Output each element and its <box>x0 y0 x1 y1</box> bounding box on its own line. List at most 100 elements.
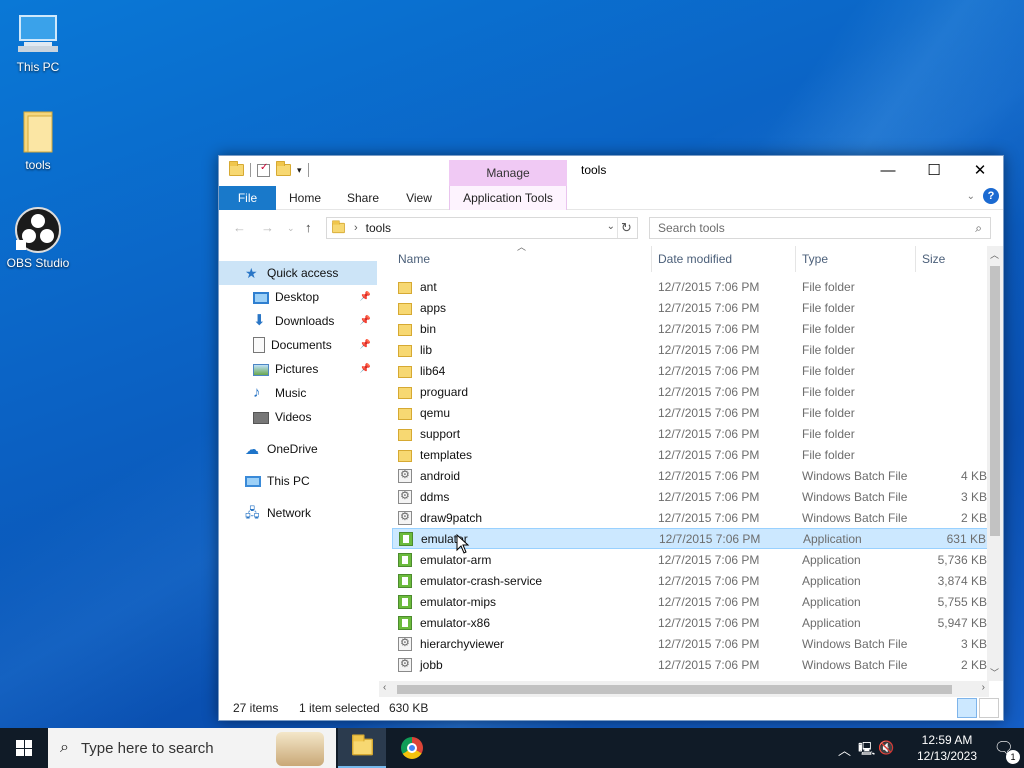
file-date: 12/7/2015 7:06 PM <box>658 405 760 420</box>
nav-this-pc[interactable]: This PC <box>219 469 377 493</box>
breadcrumb-chevron-icon[interactable]: › <box>354 222 358 234</box>
address-dropdown-icon[interactable]: ⌄ <box>607 221 615 232</box>
desktop-icon-tools[interactable]: tools <box>0 108 76 172</box>
nav-quick-access[interactable]: ★ Quick access <box>219 261 377 285</box>
nav-videos[interactable]: Videos <box>219 405 377 429</box>
expand-ribbon-icon[interactable]: ⌄ <box>967 191 975 202</box>
status-size: 630 KB <box>389 701 429 715</box>
file-size: 3 KB <box>960 636 987 651</box>
file-row[interactable]: emulator-x86 12/7/2015 7:06 PM Application… <box>392 612 989 633</box>
file-row[interactable]: lib 12/7/2015 7:06 PM File folder <box>392 339 989 360</box>
taskbar-search-input[interactable]: ⌕ Type here to search <box>48 728 336 768</box>
pin-icon[interactable]: 📌 <box>360 315 371 326</box>
file-name-cell: hierarchyviewer <box>398 636 505 651</box>
scroll-left-icon[interactable]: ‹ <box>383 682 386 693</box>
quick-access-toolbar: ✓ ▾ <box>229 161 309 177</box>
nav-network[interactable]: 🖧 Network <box>219 501 377 525</box>
desktop-icon-this-pc[interactable]: This PC <box>0 10 76 74</box>
file-size: 5,947 KB <box>937 615 987 630</box>
refresh-icon[interactable]: ↻ <box>617 218 635 238</box>
column-size[interactable]: Size <box>916 246 989 272</box>
file-name: draw9patch <box>420 510 483 525</box>
file-row[interactable]: ant 12/7/2015 7:06 PM File folder <box>392 276 989 297</box>
tab-view[interactable]: View <box>395 186 443 210</box>
file-row[interactable]: emulator-mips 12/7/2015 7:06 PM Applicatio… <box>392 591 989 612</box>
file-row[interactable]: emulator 12/7/2015 7:06 PM Application 631 … <box>392 528 989 549</box>
recent-dropdown-icon[interactable]: ⌄ <box>287 223 295 234</box>
column-type[interactable]: Type <box>796 246 916 272</box>
help-icon[interactable]: ? <box>983 188 999 204</box>
desktop-icon-obs-studio[interactable]: OBS Studio <box>0 206 76 270</box>
file-row[interactable]: bin 12/7/2015 7:06 PM File folder <box>392 318 989 339</box>
file-name: hierarchyviewer <box>420 636 505 651</box>
minimize-button[interactable]: — <box>865 156 911 186</box>
nav-documents[interactable]: Documents 📌 <box>219 333 377 357</box>
file-date: 12/7/2015 7:06 PM <box>658 573 760 588</box>
nav-onedrive[interactable]: ☁ OneDrive <box>219 437 377 461</box>
file-row[interactable]: templates 12/7/2015 7:06 PM File folder <box>392 444 989 465</box>
large-icons-view-icon[interactable] <box>979 698 999 718</box>
file-row[interactable]: draw9patch 12/7/2015 7:06 PM Windows Batch… <box>392 507 989 528</box>
scroll-down-icon[interactable]: ﹀ <box>990 666 999 679</box>
file-row[interactable]: proguard 12/7/2015 7:06 PM File folder <box>392 381 989 402</box>
file-row[interactable]: jobb 12/7/2015 7:06 PM Windows Batch File 2… <box>392 654 989 675</box>
pin-icon[interactable]: 📌 <box>360 363 371 374</box>
up-arrow-icon[interactable]: ↑ <box>305 220 312 235</box>
file-row[interactable]: emulator-arm 12/7/2015 7:06 PM Application… <box>392 549 989 570</box>
tab-manage[interactable]: Manage <box>449 160 567 186</box>
nav-desktop[interactable]: Desktop 📌 <box>219 285 377 309</box>
tab-application-tools[interactable]: Application Tools <box>449 186 567 210</box>
column-name[interactable]: Name <box>392 246 652 272</box>
volume-muted-icon[interactable]: 🔇 <box>878 740 894 756</box>
scroll-thumb[interactable] <box>990 266 1000 536</box>
taskbar-file-explorer[interactable] <box>338 728 386 768</box>
breadcrumb-tools[interactable]: tools <box>366 221 391 235</box>
scroll-right-icon[interactable]: › <box>982 682 985 693</box>
file-size: 5,755 KB <box>937 594 987 609</box>
title-bar[interactable]: ✓ ▾ Manage tools — ☐ ✕ <box>219 156 1003 186</box>
file-date: 12/7/2015 7:06 PM <box>658 321 760 336</box>
new-folder-icon[interactable] <box>276 161 291 176</box>
scroll-thumb[interactable] <box>397 685 952 694</box>
tab-file[interactable]: File <box>219 186 276 210</box>
show-hidden-icons-chevron-icon[interactable]: ︿ <box>838 740 851 759</box>
file-row[interactable]: qemu 12/7/2015 7:06 PM File folder <box>392 402 989 423</box>
close-button[interactable]: ✕ <box>957 156 1003 186</box>
tab-home[interactable]: Home <box>281 186 329 210</box>
file-date: 12/7/2015 7:06 PM <box>658 636 760 651</box>
file-row[interactable]: support 12/7/2015 7:06 PM File folder <box>392 423 989 444</box>
nav-downloads[interactable]: ⬇ Downloads 📌 <box>219 309 377 333</box>
tab-share[interactable]: Share <box>339 186 387 210</box>
file-type: File folder <box>802 279 855 294</box>
file-row[interactable]: hierarchyviewer 12/7/2015 7:06 PM Windows … <box>392 633 989 654</box>
search-input[interactable]: Search tools ⌕ <box>649 217 991 239</box>
clock[interactable]: 12:59 AM 12/13/2023 <box>912 732 982 764</box>
file-row[interactable]: android 12/7/2015 7:06 PM Windows Batch Fi… <box>392 465 989 486</box>
nav-music[interactable]: ♪ Music <box>219 381 377 405</box>
forward-arrow-icon[interactable]: → <box>261 220 274 235</box>
back-arrow-icon[interactable]: ← <box>233 220 246 235</box>
column-date-modified[interactable]: Date modified <box>652 246 796 272</box>
taskbar-chrome[interactable] <box>388 728 436 768</box>
file-type: Application <box>802 573 861 588</box>
network-status-icon[interactable]: 🖳 <box>858 740 875 762</box>
qat-dropdown-icon[interactable]: ▾ <box>297 165 302 176</box>
horizontal-scrollbar[interactable]: ‹ › <box>379 681 989 697</box>
file-row[interactable]: lib64 12/7/2015 7:06 PM File folder <box>392 360 989 381</box>
details-view-icon[interactable] <box>957 698 977 718</box>
maximize-button[interactable]: ☐ <box>911 156 957 186</box>
file-row[interactable]: apps 12/7/2015 7:06 PM File folder <box>392 297 989 318</box>
start-button[interactable] <box>0 728 48 768</box>
search-highlight-image[interactable] <box>276 732 324 766</box>
address-bar[interactable]: › tools ⌄ ↻ <box>326 217 638 239</box>
scroll-up-icon[interactable]: ︿ <box>990 248 999 261</box>
properties-icon[interactable]: ✓ <box>257 162 270 177</box>
file-row[interactable]: ddms 12/7/2015 7:06 PM Windows Batch File 3… <box>392 486 989 507</box>
nav-pictures[interactable]: Pictures 📌 <box>219 357 377 381</box>
pin-icon[interactable]: 📌 <box>360 339 371 350</box>
file-type: File folder <box>802 384 855 399</box>
file-row[interactable]: emulator-crash-service 12/7/2015 7:06 PM A… <box>392 570 989 591</box>
pin-icon[interactable]: 📌 <box>360 291 371 302</box>
vertical-scrollbar[interactable]: ︿ ﹀ <box>987 246 1003 681</box>
notification-count-badge: 1 <box>1006 750 1020 764</box>
